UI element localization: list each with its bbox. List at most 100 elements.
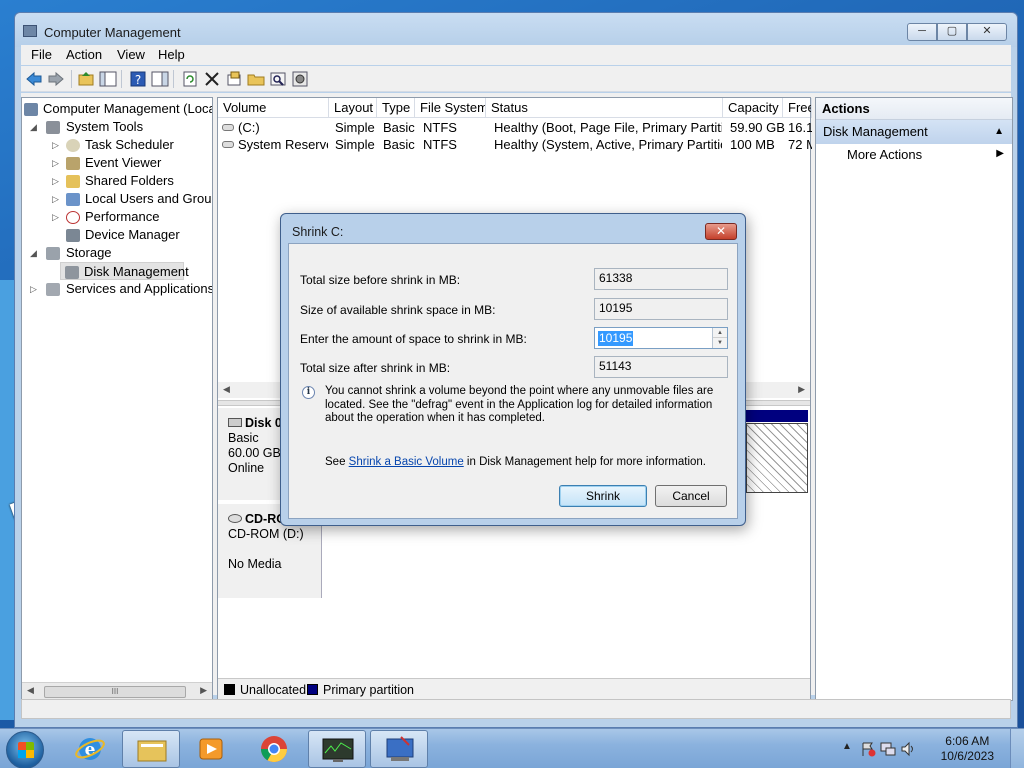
clock-icon — [66, 139, 80, 152]
volume-icon[interactable] — [900, 741, 916, 757]
table-row[interactable]: (C:) Simple Basic NTFS Healthy (Boot, Pa… — [218, 119, 812, 136]
actions-section-disk-management[interactable]: Disk Management ▲ — [816, 120, 1012, 144]
capacity-cell: 100 MB — [730, 137, 775, 152]
status-cell: Healthy (System, Active, Primary Partiti… — [494, 137, 722, 152]
minimize-button[interactable]: ─ — [907, 23, 937, 41]
disk-management-icon — [65, 266, 79, 279]
expand-arrow-icon[interactable]: ▷ — [52, 154, 59, 172]
scroll-thumb[interactable]: III — [44, 686, 186, 698]
scroll-left-icon[interactable]: ◀ — [27, 685, 34, 696]
menu-view[interactable]: View — [117, 47, 145, 62]
maximize-button[interactable]: ▢ — [937, 23, 967, 41]
folder-open-icon[interactable] — [247, 70, 265, 88]
properties-icon[interactable] — [225, 70, 243, 88]
quantity-stepper[interactable]: ▲ ▼ — [712, 328, 727, 348]
forward-arrow-icon[interactable] — [47, 70, 65, 88]
show-hidden-icons-icon[interactable]: ▲ — [842, 741, 852, 752]
delete-icon[interactable] — [203, 70, 221, 88]
tree-label: System Tools — [66, 119, 144, 134]
show-hide-action-pane-icon[interactable] — [151, 70, 169, 88]
expand-arrow-icon[interactable]: ▷ — [30, 280, 37, 298]
up-folder-icon[interactable] — [77, 70, 95, 88]
column-free[interactable]: Free — [783, 98, 812, 118]
partition-c-block[interactable] — [746, 423, 808, 493]
expand-arrow-icon[interactable]: ▷ — [52, 172, 59, 190]
toolbar-separator — [121, 70, 122, 88]
layout-cell: Simple — [335, 137, 375, 152]
network-icon[interactable] — [880, 741, 896, 757]
shrink-button[interactable]: Shrink — [559, 485, 647, 507]
column-status[interactable]: Status — [486, 98, 723, 118]
show-hide-tree-icon[interactable] — [99, 70, 117, 88]
action-center-flag-icon[interactable] — [860, 741, 876, 757]
scroll-right-icon[interactable]: ▶ — [798, 384, 805, 395]
start-button[interactable] — [6, 731, 44, 768]
clock-date: 10/6/2023 — [940, 749, 994, 763]
tree-horizontal-scrollbar[interactable]: ◀ III ▶ — [22, 682, 212, 700]
legend-primary: Primary partition — [323, 683, 414, 697]
available-value: 10195 — [594, 298, 728, 320]
svg-text:?: ? — [135, 73, 141, 87]
cdrom-media: No Media — [228, 557, 282, 571]
taskbar-media-player[interactable] — [182, 730, 240, 768]
table-row[interactable]: System Reserved Simple Basic NTFS Health… — [218, 136, 812, 153]
expand-arrow-icon[interactable]: ▷ — [52, 190, 59, 208]
more-actions-item[interactable]: More Actions — [847, 146, 922, 164]
show-desktop-button[interactable] — [1010, 729, 1024, 768]
back-arrow-icon[interactable] — [25, 70, 43, 88]
device-manager-icon — [66, 229, 80, 242]
shrink-dialog: Shrink C: ✕ Total size before shrink in … — [280, 213, 746, 526]
column-capacity[interactable]: Capacity — [723, 98, 783, 118]
fs-cell: NTFS — [423, 137, 457, 152]
taskbar-internet-explorer[interactable]: e — [62, 730, 120, 768]
clock[interactable]: 6:06 AM 10/6/2023 — [941, 734, 994, 764]
collapse-up-icon[interactable]: ▲ — [994, 120, 1004, 144]
expand-arrow-icon[interactable]: ▷ — [52, 208, 59, 226]
toolbar-separator — [71, 70, 72, 88]
spin-down-icon[interactable]: ▼ — [713, 338, 727, 348]
column-layout[interactable]: Layout — [329, 98, 377, 118]
cdrom-drive: CD-ROM (D:) — [228, 527, 304, 541]
help-line: See Shrink a Basic Volume in Disk Manage… — [325, 456, 706, 468]
tree-item-disk-management[interactable]: Disk Management — [60, 262, 189, 280]
scroll-right-icon[interactable]: ▶ — [200, 685, 207, 696]
taskbar-computer-management[interactable] — [370, 730, 428, 768]
column-type[interactable]: Type — [377, 98, 415, 118]
taskbar-task-manager[interactable] — [308, 730, 366, 768]
legend-unallocated: Unallocated — [240, 683, 307, 697]
total-after-value: 51143 — [594, 356, 728, 378]
tree-label: Disk Management — [84, 264, 189, 279]
partition-header-bar — [746, 410, 808, 422]
shrink-amount-input[interactable]: 10195 ▲ ▼ — [594, 327, 728, 349]
spin-up-icon[interactable]: ▲ — [713, 328, 727, 338]
search-icon[interactable] — [269, 70, 287, 88]
help-icon[interactable]: ? — [129, 70, 147, 88]
menu-file[interactable]: File — [31, 47, 52, 62]
total-after-label: Total size after shrink in MB: — [300, 361, 451, 375]
submenu-arrow-icon[interactable]: ▶ — [996, 148, 1004, 159]
disk-name: Disk 0 — [245, 416, 282, 430]
title-bar[interactable]: Computer Management ─ ▢ ✕ — [15, 13, 1017, 47]
tree-label: Task Scheduler — [85, 137, 174, 152]
event-log-icon — [66, 157, 80, 170]
help-prefix: See — [325, 456, 349, 468]
tree-label: Event Viewer — [85, 155, 162, 170]
dialog-close-button[interactable]: ✕ — [705, 223, 737, 240]
scroll-left-icon[interactable]: ◀ — [223, 384, 230, 395]
refresh-icon[interactable] — [181, 70, 199, 88]
collapse-arrow-icon[interactable]: ◢ — [30, 118, 37, 136]
shrink-help-link[interactable]: Shrink a Basic Volume — [349, 456, 464, 468]
expand-arrow-icon[interactable]: ▷ — [52, 136, 59, 154]
menu-help[interactable]: Help — [158, 47, 185, 62]
close-button[interactable]: ✕ — [967, 23, 1007, 41]
cancel-button[interactable]: Cancel — [655, 485, 727, 507]
taskbar-explorer[interactable] — [122, 730, 180, 768]
column-volume[interactable]: Volume — [218, 98, 329, 118]
column-file-system[interactable]: File System — [415, 98, 486, 118]
taskbar-chrome[interactable] — [246, 730, 304, 768]
task-manager-icon — [322, 738, 354, 762]
window-title: Computer Management — [44, 25, 181, 40]
collapse-arrow-icon[interactable]: ◢ — [30, 244, 37, 262]
settings-icon[interactable] — [291, 70, 309, 88]
menu-action[interactable]: Action — [66, 47, 102, 62]
